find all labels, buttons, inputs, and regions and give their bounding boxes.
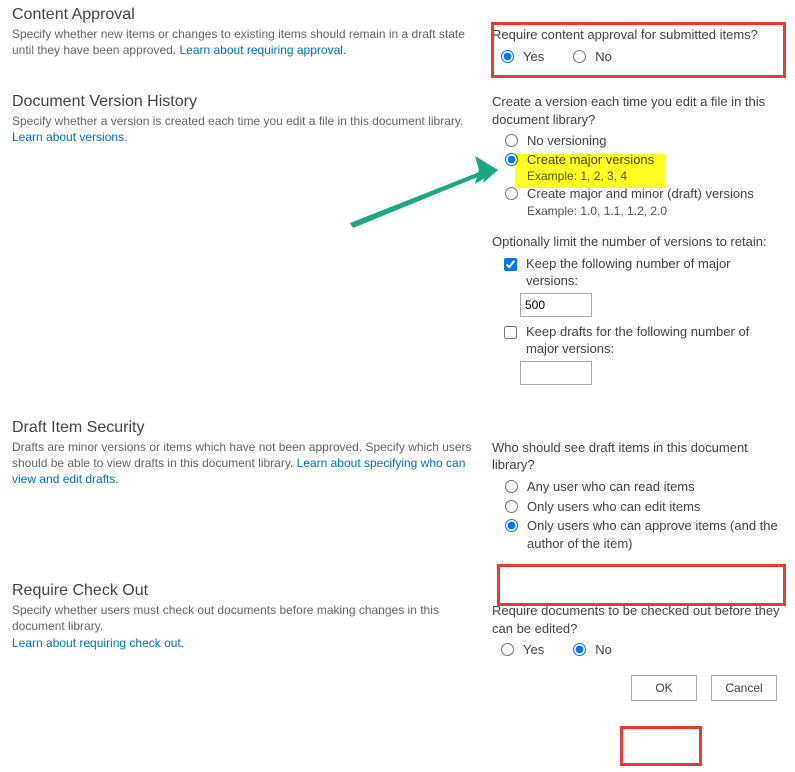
require-checkout-learn-link[interactable]: Learn about requiring check out. [12, 636, 184, 650]
draft-security-question: Who should see draft items in this docum… [492, 439, 783, 474]
versioning-major-minor-label: Create major and minor (draft) versions … [527, 185, 754, 219]
keep-draft-row: Keep drafts for the following number of … [500, 323, 783, 358]
checkout-no-radio[interactable] [573, 643, 586, 656]
versioning-major-minor-text: Create major and minor (draft) versions [527, 186, 754, 201]
content-approval-question: Require content approval for submitted i… [492, 26, 783, 44]
keep-draft-label: Keep drafts for the following number of … [526, 323, 783, 358]
require-checkout-desc: Specify whether users must check out doc… [12, 602, 472, 651]
draft-option-approve[interactable]: Only users who can approve items (and th… [500, 517, 783, 552]
button-row: OK Cancel [12, 675, 783, 701]
section-draft-security: Draft Item Security Drafts are minor ver… [12, 419, 783, 552]
version-history-learn-link[interactable]: Learn about versions. [12, 130, 127, 144]
content-approval-no-radio[interactable] [573, 50, 586, 63]
keep-major-input[interactable] [520, 293, 592, 317]
content-approval-yes-label: Yes [523, 48, 544, 66]
versioning-option-none[interactable]: No versioning [500, 132, 607, 150]
versioning-major-text: Create major versions [527, 152, 654, 167]
content-approval-yes-option[interactable]: Yes [496, 48, 544, 66]
draft-security-desc: Drafts are minor versions or items which… [12, 439, 472, 488]
draft-security-heading: Draft Item Security [12, 419, 472, 437]
versioning-major-minor-example: Example: 1.0, 1.1, 1.2, 2.0 [527, 203, 754, 219]
keep-draft-checkbox[interactable] [504, 326, 517, 339]
version-history-heading: Document Version History [12, 93, 472, 111]
draft-read-radio[interactable] [505, 480, 518, 493]
draft-approve-radio[interactable] [505, 519, 518, 532]
versioning-option-major-minor[interactable]: Create major and minor (draft) versions … [500, 185, 754, 219]
keep-major-row: Keep the following number of major versi… [500, 255, 783, 290]
versioning-major-example: Example: 1, 2, 3, 4 [527, 168, 654, 184]
draft-option-edit[interactable]: Only users who can edit items [500, 498, 700, 516]
require-checkout-desc-text: Specify whether users must check out doc… [12, 603, 439, 633]
versioning-major-minor-radio[interactable] [505, 187, 518, 200]
versioning-major-radio[interactable] [505, 153, 518, 166]
checkout-yes-radio[interactable] [501, 643, 514, 656]
checkout-no-option[interactable]: No [568, 641, 612, 659]
versioning-option-major[interactable]: Create major versions Example: 1, 2, 3, … [500, 151, 654, 185]
version-history-question: Create a version each time you edit a fi… [492, 93, 783, 128]
content-approval-desc: Specify whether new items or changes to … [12, 26, 472, 58]
section-require-checkout: Require Check Out Specify whether users … [12, 582, 783, 659]
ok-button[interactable]: OK [631, 675, 697, 701]
checkout-yes-option[interactable]: Yes [496, 641, 544, 659]
draft-edit-radio[interactable] [505, 500, 518, 513]
version-history-desc-text: Specify whether a version is created eac… [12, 114, 463, 128]
versioning-none-radio[interactable] [505, 134, 518, 147]
checkout-yes-label: Yes [523, 641, 544, 659]
content-approval-learn-link[interactable]: Learn about requiring approval. [179, 43, 346, 57]
versioning-none-label: No versioning [527, 132, 607, 150]
draft-read-label: Any user who can read items [527, 478, 695, 496]
content-approval-heading: Content Approval [12, 6, 472, 24]
cancel-button[interactable]: Cancel [711, 675, 777, 701]
keep-major-checkbox[interactable] [504, 258, 517, 271]
require-checkout-question: Require documents to be checked out befo… [492, 602, 783, 637]
checkout-no-label: No [595, 641, 612, 659]
content-approval-no-option[interactable]: No [568, 48, 612, 66]
content-approval-yes-radio[interactable] [501, 50, 514, 63]
version-limit-label: Optionally limit the number of versions … [492, 233, 783, 251]
content-approval-no-label: No [595, 48, 612, 66]
annotation-redbox-ok-button [620, 726, 702, 766]
draft-approve-label: Only users who can approve items (and th… [527, 517, 783, 552]
section-content-approval: Content Approval Specify whether new ite… [12, 6, 783, 65]
draft-edit-label: Only users who can edit items [527, 498, 700, 516]
keep-draft-input[interactable] [520, 361, 592, 385]
version-history-desc: Specify whether a version is created eac… [12, 113, 472, 145]
versioning-major-label: Create major versions Example: 1, 2, 3, … [527, 151, 654, 185]
section-version-history: Document Version History Specify whether… [12, 93, 783, 385]
draft-option-read[interactable]: Any user who can read items [500, 478, 695, 496]
require-checkout-heading: Require Check Out [12, 582, 472, 600]
keep-major-label: Keep the following number of major versi… [526, 255, 783, 290]
